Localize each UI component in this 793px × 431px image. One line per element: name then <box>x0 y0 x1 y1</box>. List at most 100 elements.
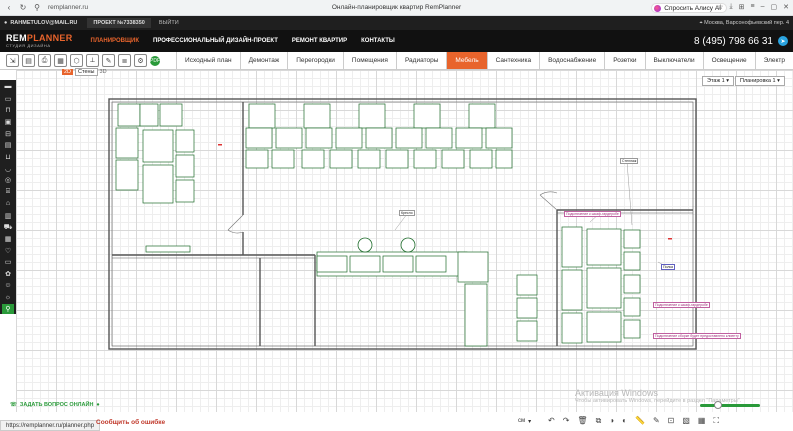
mode-2d-badge[interactable]: 2D <box>62 69 74 75</box>
chevron-down-icon: ▾ <box>775 78 780 84</box>
layout-select-value: Планировка 1 <box>740 78 776 84</box>
room-tool-icon[interactable]: ▭ <box>2 94 14 104</box>
furniture-block <box>175 179 195 203</box>
unit-value: см <box>518 418 526 424</box>
layout-select[interactable]: Планировка 1 ▾ <box>735 76 785 86</box>
round-table <box>400 237 416 253</box>
monitor-tool-icon[interactable]: ▣ <box>2 117 14 127</box>
furniture-block <box>495 149 513 169</box>
lamp-tool-icon[interactable]: ☼ <box>2 293 14 303</box>
ruler-icon[interactable]: 📏 <box>635 416 645 426</box>
furniture-block <box>385 149 409 169</box>
person-tool-icon[interactable]: ☺ <box>2 281 14 291</box>
undo-icon[interactable]: ↶ <box>548 416 555 426</box>
floor-select-value: Этаж 1 <box>707 78 725 84</box>
furniture-block <box>142 129 174 163</box>
furniture-block <box>413 149 437 169</box>
furniture-block <box>139 103 159 127</box>
closet-tool-icon[interactable]: ▥ <box>2 211 14 221</box>
chevron-down-icon: ▾ <box>528 419 532 425</box>
zoom-slider-handle[interactable] <box>714 401 722 409</box>
furniture-block <box>349 255 381 273</box>
sofa-tool-icon[interactable]: ⊔ <box>2 152 14 162</box>
furniture-block <box>175 154 195 178</box>
furniture-block <box>516 297 538 319</box>
callout-wardrobe-2[interactable]: Подключение к шкаф-гардеробе <box>653 302 710 308</box>
callout-leader <box>626 161 633 226</box>
online-dot-icon: ● <box>96 402 100 408</box>
furniture-block <box>561 269 583 311</box>
heart-tool-icon[interactable]: ♡ <box>2 246 14 256</box>
wall-tool-icon[interactable]: ▬ <box>2 82 14 92</box>
lock-icon[interactable]: ⊡ <box>668 416 675 426</box>
bed-tool-icon[interactable]: ⊟ <box>2 129 14 139</box>
callout-wardrobe-1[interactable]: Подключение к шкаф-гардеробе <box>564 211 621 217</box>
sink-tool-icon[interactable]: ◎ <box>2 176 14 186</box>
toggle-icon[interactable]: ◑ <box>609 416 614 426</box>
copy-icon[interactable]: ⧉ <box>596 416 602 426</box>
furniture-block <box>455 127 483 149</box>
dimension-mark <box>668 238 672 240</box>
fullscreen-icon[interactable]: ⛶ <box>713 416 719 426</box>
door-swing <box>539 191 558 196</box>
grid-icon[interactable]: ▦ <box>698 416 706 426</box>
plant-tool-icon[interactable]: ✿ <box>2 269 14 279</box>
furniture-block <box>329 149 353 169</box>
stairs-tool-icon[interactable]: ⌸ <box>2 187 14 197</box>
furniture-block <box>441 149 465 169</box>
cabinet-tool-icon[interactable]: ▤ <box>2 141 14 151</box>
furniture-block <box>275 127 303 149</box>
zoom-slider[interactable] <box>700 404 760 407</box>
furniture-block <box>301 149 325 169</box>
unit-select[interactable]: см ▾ <box>518 418 531 425</box>
furniture-block <box>316 255 348 273</box>
search-icon[interactable]: ⚲ <box>2 304 14 315</box>
callout-leader <box>394 213 408 231</box>
status-url: https://remplanner.ru/planner.php <box>0 420 101 431</box>
callout-assembly[interactable]: Подключение сборке будет предоставлено к… <box>653 333 741 339</box>
edit-icon[interactable]: ✎ <box>653 416 660 426</box>
callout-shelf[interactable]: Полка <box>661 264 675 270</box>
delete-icon[interactable]: 🗑 <box>577 416 587 426</box>
mode-3d-label[interactable]: 3D <box>100 69 107 75</box>
dimension-mark <box>218 144 222 146</box>
callout-rack[interactable]: Стеллаж <box>620 158 639 164</box>
furniture-block <box>248 103 276 129</box>
callout-chair[interactable]: Кресло <box>399 210 415 216</box>
tv-tool-icon[interactable]: ▭ <box>2 258 14 268</box>
furniture-block <box>358 103 386 129</box>
door <box>539 194 558 211</box>
cart-tool-icon[interactable]: ⛟ <box>2 222 14 232</box>
furniture-block <box>457 251 489 283</box>
floor-select[interactable]: Этаж 1 ▾ <box>702 76 735 86</box>
floor-plan[interactable] <box>0 0 793 431</box>
furniture-block <box>623 274 641 294</box>
furniture-block <box>469 149 493 169</box>
report-error-link[interactable]: Сообщить об ошибке <box>96 419 165 426</box>
toggle-icon[interactable]: ◐ <box>622 416 627 426</box>
appliance-tool-icon[interactable]: ▦ <box>2 234 14 244</box>
furniture-block <box>271 149 295 169</box>
redo-icon[interactable]: ↷ <box>563 416 570 426</box>
furniture-block <box>623 229 641 249</box>
furniture-block <box>115 127 139 159</box>
furniture-block <box>117 103 141 127</box>
furniture-block <box>245 127 273 149</box>
furniture-block <box>142 164 174 204</box>
furniture-block <box>586 267 622 309</box>
furniture-block <box>335 127 363 149</box>
furniture-block <box>413 103 441 129</box>
furniture-block <box>623 319 641 339</box>
chevron-down-icon: ▾ <box>724 78 730 84</box>
mode-tooltip: 2D Стены 3D <box>62 68 107 76</box>
home-tool-icon[interactable]: ⌂ <box>2 199 14 209</box>
bath-tool-icon[interactable]: ◡ <box>2 164 14 174</box>
furniture-block <box>245 149 269 169</box>
ask-question-link[interactable]: ☏ ЗАДАТЬ ВОПРОС ОНЛАЙН ● <box>10 402 100 408</box>
furniture-block <box>365 127 393 149</box>
table-tool-icon[interactable]: ⊓ <box>2 105 14 115</box>
furniture-block <box>425 127 453 149</box>
furniture-block <box>305 127 333 149</box>
image-icon[interactable]: ▧ <box>682 416 690 426</box>
furniture-block <box>303 103 331 129</box>
